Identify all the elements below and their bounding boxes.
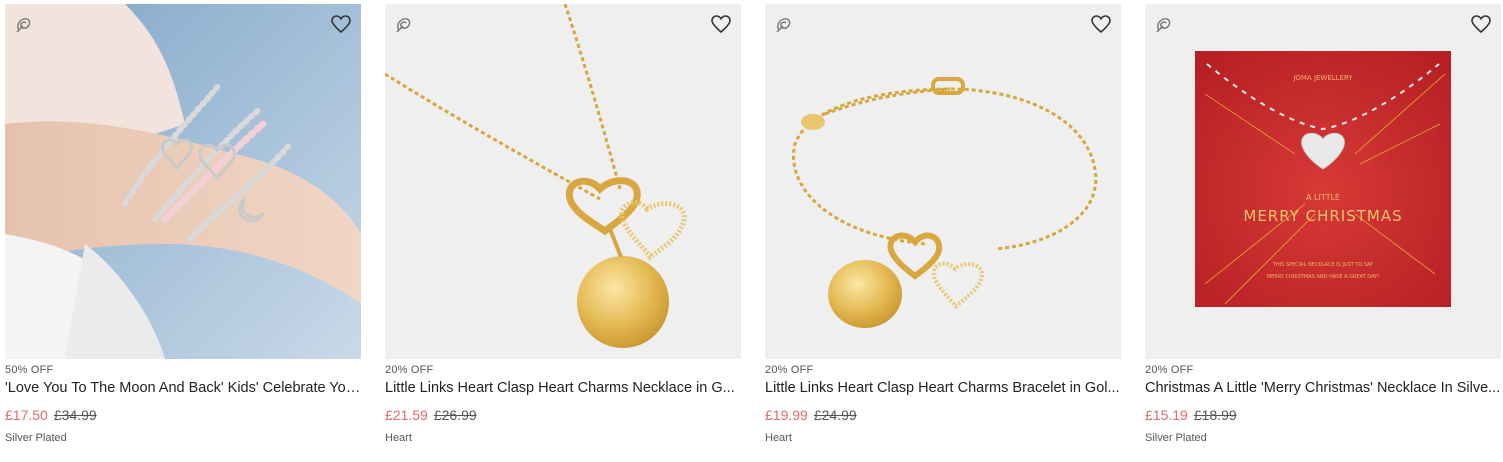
original-price: £18.99 xyxy=(1193,407,1237,423)
brand-mark-icon xyxy=(1156,18,1171,33)
price-group: £15.19 £18.99 xyxy=(1145,407,1237,423)
discount-badge: 20% OFF xyxy=(385,364,434,376)
product-title[interactable]: 'Love You To The Moon And Back' Kids' Ce… xyxy=(5,380,361,396)
sale-price: £17.50 xyxy=(5,407,48,423)
variant-label: Heart xyxy=(765,432,792,444)
sale-price: £21.59 xyxy=(385,407,428,423)
discount-badge: 20% OFF xyxy=(765,364,814,376)
product-card[interactable]: 20% OFF Little Links Heart Clasp Heart C… xyxy=(765,4,1121,462)
product-image[interactable] xyxy=(765,4,1121,359)
discount-badge: 20% OFF xyxy=(1145,364,1194,376)
product-image[interactable] xyxy=(385,4,741,359)
product-grid: 50% OFF 'Love You To The Moon And Back' … xyxy=(5,4,1503,462)
product-image[interactable] xyxy=(5,4,361,359)
sale-price: £19.99 xyxy=(765,407,808,423)
product-image[interactable]: JOMA JEWELLERY A LITTLE MERRY CHRISTMAS … xyxy=(1145,4,1501,359)
product-card[interactable]: JOMA JEWELLERY A LITTLE MERRY CHRISTMAS … xyxy=(1145,4,1501,462)
card-brand: JOMA JEWELLERY xyxy=(1292,74,1353,82)
discount-badge: 50% OFF xyxy=(5,364,54,376)
card-big-text: MERRY CHRISTMAS xyxy=(1243,207,1402,225)
heart-wishlist-icon[interactable] xyxy=(329,12,353,36)
card-line-2: MERRY CHRISTMAS AND HAVE A GREAT DAY! xyxy=(1267,274,1379,280)
brand-mark-icon xyxy=(396,18,411,33)
card-small-text: A LITTLE xyxy=(1306,193,1340,202)
product-title[interactable]: Little Links Heart Clasp Heart Charms Br… xyxy=(765,380,1121,396)
variant-label: Heart xyxy=(385,432,412,444)
product-card[interactable]: 50% OFF 'Love You To The Moon And Back' … xyxy=(5,4,361,462)
price-group: £21.59 £26.99 xyxy=(385,407,477,423)
card-line-1: THIS SPECIAL NECKLACE IS JUST TO SAY xyxy=(1272,262,1374,268)
variant-label: Silver Plated xyxy=(1145,432,1207,444)
product-card[interactable]: 20% OFF Little Links Heart Clasp Heart C… xyxy=(385,4,741,462)
original-price: £26.99 xyxy=(433,407,477,423)
necklace-card-photo: JOMA JEWELLERY A LITTLE MERRY CHRISTMAS … xyxy=(1145,4,1501,359)
price-group: £19.99 £24.99 xyxy=(765,407,857,423)
original-price: £24.99 xyxy=(813,407,857,423)
sale-price: £15.19 xyxy=(1145,407,1188,423)
price-group: £17.50 £34.99 xyxy=(5,407,97,423)
variant-label: Silver Plated xyxy=(5,432,67,444)
product-title[interactable]: Little Links Heart Clasp Heart Charms Ne… xyxy=(385,380,741,396)
heart-wishlist-icon[interactable] xyxy=(1469,12,1493,36)
necklace-photo xyxy=(385,4,741,359)
bracelet-photo xyxy=(5,4,361,359)
heart-wishlist-icon[interactable] xyxy=(709,12,733,36)
original-price: £34.99 xyxy=(53,407,97,423)
brand-mark-icon xyxy=(16,18,31,33)
heart-wishlist-icon[interactable] xyxy=(1089,12,1113,36)
bracelet-photo xyxy=(765,4,1121,359)
product-title[interactable]: Christmas A Little 'Merry Christmas' Nec… xyxy=(1145,380,1501,396)
brand-mark-icon xyxy=(776,18,791,33)
